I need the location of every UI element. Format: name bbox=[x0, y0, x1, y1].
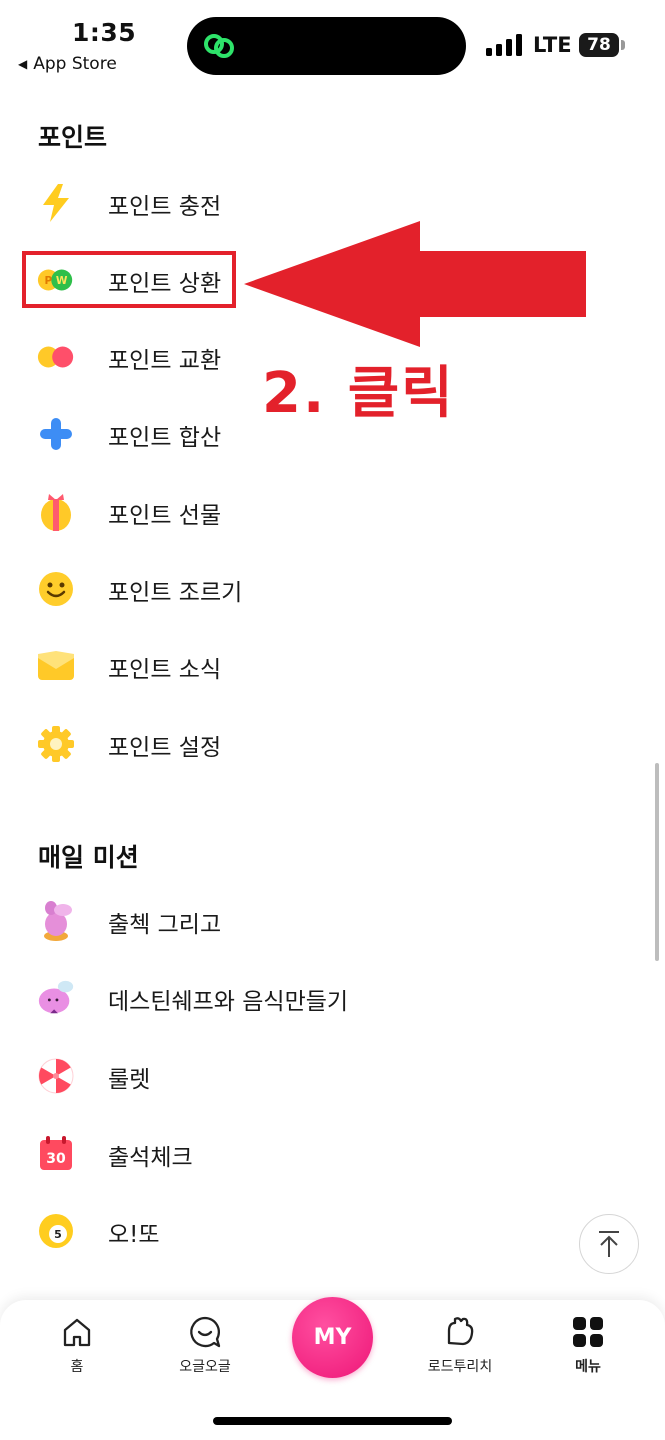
calendar-badge: 30 bbox=[46, 1151, 66, 1167]
back-to-app-store[interactable]: ◀ App Store bbox=[18, 54, 117, 74]
nav-label: 홈 bbox=[70, 1359, 84, 1375]
nav-road-to-rich[interactable]: 로드투리치 bbox=[405, 1314, 515, 1376]
status-bar: 1:35 ◀ App Store LTE 78 bbox=[0, 0, 665, 92]
arrow-up-icon bbox=[599, 1231, 619, 1257]
menu-label: 데스틴쉐프와 음식만들기 bbox=[108, 989, 349, 1015]
my-button[interactable]: MY bbox=[292, 1297, 373, 1378]
two-coins-icon bbox=[36, 337, 76, 377]
highlight-box bbox=[22, 251, 236, 308]
home-indicator[interactable] bbox=[213, 1417, 452, 1425]
nav-label: 로드투리치 bbox=[427, 1359, 493, 1375]
character-icon bbox=[36, 901, 76, 941]
lightning-icon bbox=[36, 183, 76, 223]
menu-item-check-and-draw[interactable]: 출첵 그리고 bbox=[0, 891, 560, 951]
menu-label: 포인트 선물 bbox=[108, 503, 222, 529]
smile-icon bbox=[36, 569, 76, 609]
calendar-icon: 30 bbox=[36, 1134, 76, 1174]
plus-icon bbox=[36, 414, 76, 454]
menu-label: 포인트 조르기 bbox=[108, 580, 243, 606]
my-button-label: MY bbox=[313, 1325, 352, 1350]
menu-label: 포인트 충전 bbox=[108, 194, 222, 220]
section-title-points: 포인트 bbox=[38, 123, 108, 152]
menu-label: 출첵 그리고 bbox=[108, 912, 222, 938]
roulette-icon bbox=[36, 1056, 76, 1096]
chat-icon bbox=[187, 1314, 223, 1350]
back-app-label: App Store bbox=[33, 54, 117, 74]
battery-level: 78 bbox=[587, 35, 611, 55]
scrollbar[interactable] bbox=[655, 763, 659, 961]
link-rings-icon bbox=[204, 34, 234, 58]
envelope-icon bbox=[36, 646, 76, 686]
section-title-daily-mission: 매일 미션 bbox=[38, 843, 139, 872]
nav-label: 오글오글 bbox=[179, 1359, 231, 1375]
home-icon bbox=[59, 1314, 95, 1350]
nav-home[interactable]: 홈 bbox=[22, 1314, 132, 1376]
nav-menu[interactable]: 메뉴 bbox=[533, 1314, 643, 1376]
gear-icon bbox=[36, 724, 76, 764]
network-type: LTE bbox=[533, 33, 572, 57]
annotation-text: 2. 클릭 bbox=[262, 361, 455, 426]
menu-label: 포인트 합산 bbox=[108, 425, 222, 451]
menu-label: 포인트 소식 bbox=[108, 657, 222, 683]
chef-character-icon bbox=[36, 978, 76, 1018]
dynamic-island bbox=[187, 17, 466, 75]
menu-label: 오!또 bbox=[108, 1222, 160, 1248]
menu-item-lotto[interactable]: 5 오!또 bbox=[0, 1201, 560, 1261]
grid-menu-icon bbox=[570, 1314, 606, 1350]
battery-cap bbox=[621, 40, 625, 50]
gift-icon bbox=[36, 492, 76, 532]
signal-icon bbox=[486, 34, 522, 56]
menu-label: 포인트 설정 bbox=[108, 735, 222, 761]
menu-item-point-news[interactable]: 포인트 소식 bbox=[0, 636, 560, 696]
nav-ogeul[interactable]: 오글오글 bbox=[150, 1314, 260, 1376]
menu-item-attendance[interactable]: 30 출석체크 bbox=[0, 1124, 560, 1184]
bottom-nav: 홈 오글오글 MY 로드투리치 메뉴 bbox=[0, 1297, 665, 1440]
menu-item-point-settings[interactable]: 포인트 설정 bbox=[0, 714, 560, 774]
menu-label: 룰렛 bbox=[108, 1067, 151, 1093]
menu-item-chef-cooking[interactable]: 데스틴쉐프와 음식만들기 bbox=[0, 968, 560, 1028]
menu-item-roulette[interactable]: 룰렛 bbox=[0, 1046, 560, 1106]
nav-label: 메뉴 bbox=[575, 1359, 601, 1375]
menu-item-point-gift[interactable]: 포인트 선물 bbox=[0, 482, 560, 542]
status-time: 1:35 bbox=[72, 18, 137, 47]
red-arrow-icon bbox=[244, 221, 586, 347]
lotto-ball-number: 5 bbox=[54, 1228, 62, 1241]
back-arrow-icon: ◀ bbox=[18, 57, 28, 71]
menu-label: 포인트 교환 bbox=[108, 348, 222, 374]
hand-icon bbox=[442, 1314, 478, 1350]
menu-label: 출석체크 bbox=[108, 1145, 193, 1171]
menu-item-point-request[interactable]: 포인트 조르기 bbox=[0, 559, 560, 619]
battery-icon: 78 bbox=[579, 33, 619, 57]
lotto-ball-icon: 5 bbox=[36, 1211, 76, 1251]
scroll-to-top-button[interactable] bbox=[579, 1214, 639, 1274]
